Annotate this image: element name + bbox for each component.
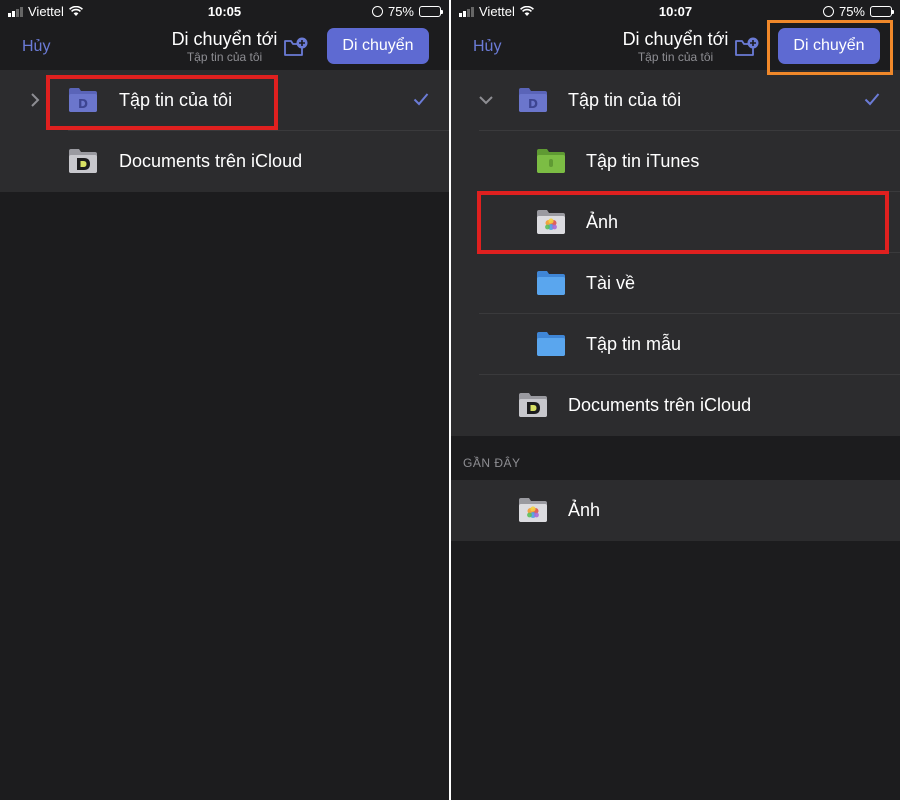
folder-icon <box>537 271 565 295</box>
rotation-lock-icon <box>371 6 383 17</box>
svg-text:D: D <box>528 97 538 111</box>
highlight-box-move-button <box>767 20 893 75</box>
screen-before: Viettel 10:05 75% Hủy Di chuyển tới Tập … <box>0 0 449 800</box>
screen-after: Viettel 10:07 75% Hủy Di chuyển tới Tập … <box>451 0 900 800</box>
navigation-bar: Hủy Di chuyển tới Tập tin của tôi Di chu… <box>0 24 449 70</box>
folder-row-sample-files[interactable]: Tập tin mẫu <box>451 314 900 375</box>
folder-icon <box>537 332 565 356</box>
folder-label: Tập tin iTunes <box>586 151 700 171</box>
recent-row-photos[interactable]: Ảnh <box>451 480 900 541</box>
new-folder-icon[interactable] <box>734 36 760 58</box>
move-button[interactable]: Di chuyển <box>327 28 429 64</box>
folder-label: Ảnh <box>568 500 601 520</box>
folder-row-itunes[interactable]: Tập tin iTunes <box>451 131 900 192</box>
itunes-folder-icon <box>537 149 565 173</box>
icloud-documents-folder-icon <box>69 149 97 173</box>
folder-label: Documents trên iCloud <box>119 151 303 171</box>
battery-icon <box>419 6 443 17</box>
status-bar: Viettel 10:05 75% <box>0 0 449 24</box>
folder-row-icloud-documents[interactable]: Documents trên iCloud <box>451 375 900 436</box>
folder-label: Tập tin của tôi <box>568 90 682 110</box>
documents-folder-icon: D <box>519 88 547 112</box>
battery-percent: 75% <box>387 4 414 19</box>
recent-list: Ảnh <box>451 480 900 541</box>
chevron-right-icon[interactable] <box>30 92 40 108</box>
highlight-box-photos <box>477 191 889 254</box>
section-header-label: GẦN ĐÂY <box>463 456 521 470</box>
new-folder-icon[interactable] <box>283 36 309 58</box>
chevron-down-icon[interactable] <box>478 95 494 105</box>
battery-icon <box>870 6 894 17</box>
checkmark-icon <box>864 93 880 106</box>
folder-row-icloud-documents[interactable]: Documents trên iCloud <box>0 131 449 192</box>
folder-row-my-files[interactable]: D Tập tin của tôi <box>451 70 900 131</box>
battery-percent: 75% <box>838 4 865 19</box>
folder-row-downloads[interactable]: Tài về <box>451 253 900 314</box>
icloud-documents-folder-icon <box>519 393 547 417</box>
folder-label: Tài về <box>586 273 636 293</box>
folder-label: Tập tin mẫu <box>586 334 682 354</box>
photos-folder-icon <box>519 498 547 522</box>
folder-label: Documents trên iCloud <box>568 395 752 415</box>
highlight-box-my-files <box>46 75 278 130</box>
checkmark-icon <box>413 93 429 106</box>
recent-section-header: GẦN ĐÂY <box>451 436 900 480</box>
rotation-lock-icon <box>822 6 834 17</box>
